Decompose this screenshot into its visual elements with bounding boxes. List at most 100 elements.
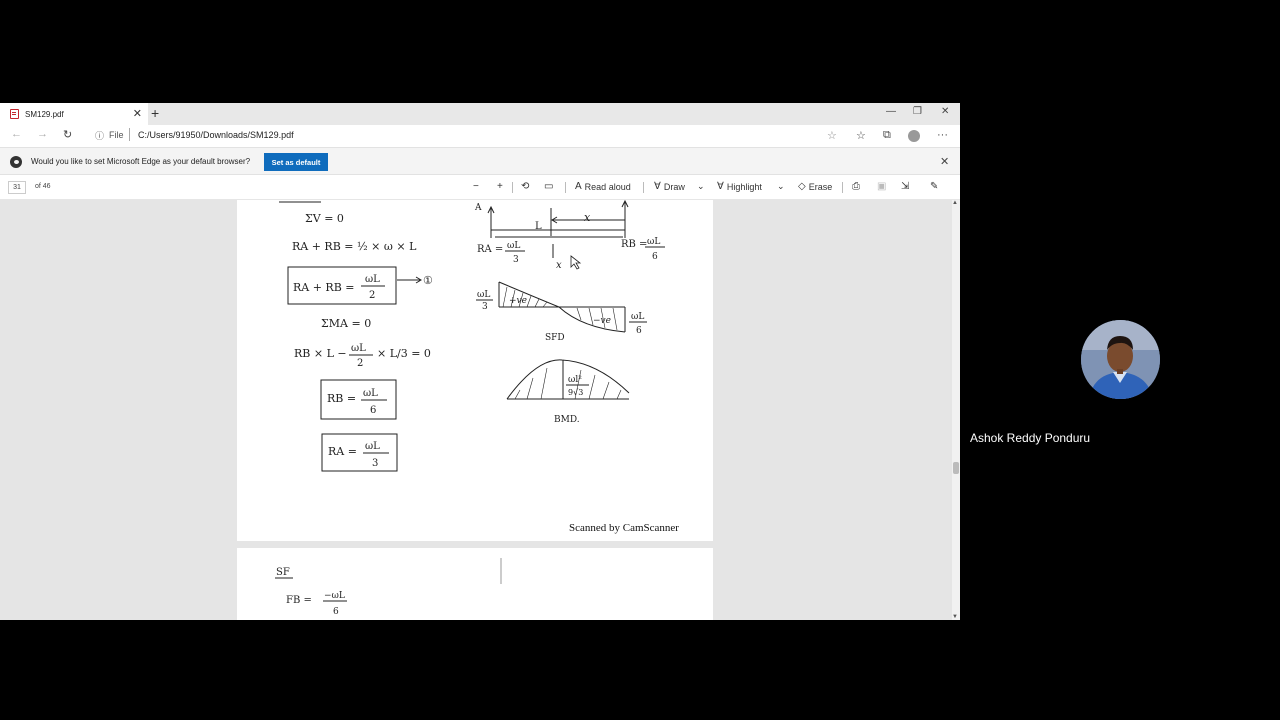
beam-ra-denominator: 3 bbox=[513, 255, 519, 265]
read-aloud-icon: A bbox=[575, 181, 582, 192]
ra-lhs: RA = bbox=[328, 445, 357, 458]
moment-eq-lhs: RB × L − bbox=[294, 347, 347, 360]
participant-name: Ashok Reddy Ponduru bbox=[970, 431, 1091, 445]
new-tab-button[interactable]: + bbox=[151, 105, 159, 121]
restore-icon[interactable]: ❐ bbox=[913, 106, 922, 117]
ra-numerator: ωL bbox=[365, 441, 380, 452]
pdf-page-next: SF FB = −ωL 6 bbox=[237, 548, 713, 620]
info-icon[interactable]: ⓘ bbox=[95, 129, 104, 142]
close-window-icon[interactable]: ✕ bbox=[941, 106, 949, 117]
zoom-out-icon[interactable]: − bbox=[473, 181, 479, 192]
erase-label: Erase bbox=[808, 181, 833, 192]
shared-screen-browser: SM129.pdf ✕ + — ❐ ✕ ← → ↻ ⓘ File C:/User… bbox=[0, 103, 960, 620]
profile-icon[interactable] bbox=[908, 130, 920, 142]
pdf-viewer[interactable]: ΣV = 0 RA + RB = ½ × ω × L RA + RB = ωL … bbox=[0, 200, 960, 620]
beam-x-marker: x bbox=[556, 260, 562, 271]
beam-x-label: x bbox=[584, 211, 591, 224]
vertical-scrollbar[interactable]: ▲ ▼ bbox=[952, 200, 960, 620]
moment-eq-denominator: 2 bbox=[357, 358, 363, 369]
beam-rb-denominator: 6 bbox=[652, 252, 658, 262]
favorite-star-icon[interactable]: ☆ bbox=[827, 129, 837, 142]
beam-rb-numerator: ωL bbox=[647, 237, 660, 247]
print-icon[interactable]: ⎙ bbox=[852, 181, 860, 192]
scroll-up-arrow-icon[interactable]: ▲ bbox=[952, 200, 958, 206]
sfd-label: SFD bbox=[545, 333, 565, 343]
draw-icon: ∀ bbox=[654, 181, 661, 192]
ra-rb-equation: RA + RB = ½ × ω × L bbox=[292, 240, 417, 253]
fit-page-icon[interactable]: ▭ bbox=[544, 181, 553, 192]
draw-button[interactable]: ∀ Draw bbox=[654, 181, 685, 192]
page-number-input[interactable]: 31 bbox=[8, 181, 26, 194]
ra-denominator: 3 bbox=[372, 458, 378, 469]
close-tab-icon[interactable]: ✕ bbox=[133, 107, 142, 120]
highlight-icon: ∀ bbox=[717, 181, 724, 192]
boxed-ra-rb-lhs: RA + RB = bbox=[293, 281, 355, 294]
collections-icon[interactable]: ⧉ bbox=[883, 129, 891, 142]
toolbar-divider bbox=[643, 182, 644, 193]
set-as-default-button[interactable]: Set as default bbox=[264, 153, 328, 171]
moment-eq-numerator: ωL bbox=[351, 343, 366, 354]
forward-icon[interactable]: → bbox=[37, 128, 48, 140]
sfd-negative-label: −ve bbox=[593, 316, 611, 326]
eraser-icon: ◇ bbox=[798, 181, 806, 192]
fb-denominator: 6 bbox=[333, 607, 339, 617]
page-count: of 46 bbox=[35, 183, 51, 190]
meeting-stage: SM129.pdf ✕ + — ❐ ✕ ← → ↻ ⓘ File C:/User… bbox=[0, 0, 1280, 720]
rb-numerator: ωL bbox=[363, 388, 378, 399]
participant-video-tile[interactable]: Ashok Reddy Ponduru bbox=[960, 270, 1280, 450]
beam-rb-label: RB = bbox=[621, 239, 647, 250]
read-aloud-button[interactable]: A Read aloud bbox=[575, 181, 631, 192]
boxed-ra-rb-numerator: ωL bbox=[365, 274, 380, 285]
handwritten-notes-next: SF FB = −ωL 6 bbox=[275, 558, 502, 617]
url-field[interactable]: C:/Users/91950/Downloads/SM129.pdf bbox=[138, 130, 294, 140]
minimize-icon[interactable]: — bbox=[886, 106, 896, 117]
toolbar-divider bbox=[842, 182, 843, 193]
bmd-numerator: ωl² bbox=[568, 375, 582, 385]
sfd-left-denominator: 3 bbox=[482, 302, 488, 312]
address-divider bbox=[129, 128, 130, 141]
highlight-options-chevron-down-icon[interactable]: ⌄ bbox=[777, 181, 785, 192]
back-icon[interactable]: ← bbox=[11, 128, 22, 140]
close-infobar-icon[interactable]: ✕ bbox=[940, 155, 949, 168]
rotate-icon[interactable]: ⟲ bbox=[521, 181, 529, 192]
pdf-icon bbox=[10, 109, 19, 119]
sfd-right-denominator: 6 bbox=[636, 326, 642, 336]
erase-button[interactable]: ◇ Erase bbox=[798, 181, 832, 192]
sum-ma-eq: ΣMA = 0 bbox=[321, 317, 371, 330]
beam-label-a: A bbox=[474, 203, 482, 213]
equation-reference: ① bbox=[423, 274, 433, 287]
favorites-list-icon[interactable]: ☆ bbox=[856, 129, 866, 142]
tab-strip: SM129.pdf ✕ + — ❐ ✕ bbox=[0, 103, 960, 125]
scrollbar-thumb[interactable] bbox=[953, 462, 959, 474]
rb-denominator: 6 bbox=[370, 405, 376, 416]
address-bar: ← → ↻ ⓘ File C:/Users/91950/Downloads/SM… bbox=[0, 125, 960, 147]
fb-numerator: −ωL bbox=[324, 591, 345, 601]
file-label: File bbox=[109, 130, 124, 140]
mouse-cursor-icon bbox=[570, 255, 582, 270]
rb-lhs: RB = bbox=[327, 392, 356, 405]
highlight-label: Highlight bbox=[726, 181, 762, 192]
pin-toolbar-icon[interactable]: ✎ bbox=[930, 181, 938, 192]
scroll-down-arrow-icon[interactable]: ▼ bbox=[952, 614, 958, 620]
save-as-icon[interactable]: ⇲ bbox=[901, 181, 909, 192]
toolbar-divider bbox=[512, 182, 513, 193]
beam-ra-label: RA = bbox=[477, 244, 503, 255]
handwritten-notes: ΣV = 0 RA + RB = ½ × ω × L RA + RB = ωL … bbox=[279, 200, 665, 472]
participant-avatar bbox=[1081, 320, 1160, 399]
save-icon[interactable]: ▣ bbox=[877, 181, 886, 192]
fb-lhs: FB = bbox=[286, 595, 312, 606]
highlight-button[interactable]: ∀ Highlight bbox=[717, 181, 762, 192]
tab-pdf[interactable]: SM129.pdf ✕ bbox=[0, 103, 148, 125]
sfd-left-numerator: ωL bbox=[477, 290, 490, 300]
pdf-toolbar: 31 of 46 − + ⟲ ▭ A Read aloud ∀ Draw ⌄ ∀… bbox=[0, 175, 960, 200]
zoom-in-icon[interactable]: + bbox=[497, 181, 503, 192]
draw-label: Draw bbox=[663, 181, 685, 192]
more-options-icon[interactable]: ··· bbox=[937, 129, 948, 141]
beam-span-label: L bbox=[535, 221, 542, 232]
default-browser-infobar: Would you like to set Microsoft Edge as … bbox=[0, 147, 960, 175]
edge-logo-icon bbox=[10, 156, 22, 168]
camscanner-watermark: Scanned by CamScanner bbox=[569, 522, 679, 534]
draw-options-chevron-down-icon[interactable]: ⌄ bbox=[697, 181, 705, 192]
beam-ra-numerator: ωL bbox=[507, 241, 520, 251]
refresh-icon[interactable]: ↻ bbox=[63, 128, 72, 141]
